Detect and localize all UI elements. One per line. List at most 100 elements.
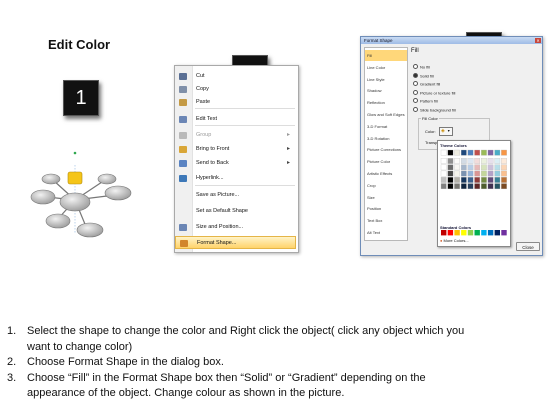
theme-color-swatch[interactable] (454, 170, 460, 177)
theme-color-swatch[interactable] (467, 158, 474, 164)
theme-color-swatch[interactable] (481, 183, 487, 190)
theme-color-swatch[interactable] (481, 158, 487, 164)
standard-color-swatch[interactable] (474, 230, 480, 236)
category-item[interactable]: Glow and Soft Edges (367, 109, 406, 120)
theme-color-swatch[interactable] (494, 177, 501, 183)
fill-option-radio[interactable]: Picture or texture fill (413, 89, 455, 95)
theme-color-swatch[interactable] (440, 170, 447, 177)
standard-color-swatch[interactable] (487, 230, 494, 236)
hub-spoke-diagram[interactable] (25, 145, 150, 255)
category-item[interactable]: 3-D Rotation (367, 133, 406, 144)
category-item[interactable]: Position (367, 203, 406, 214)
theme-color-swatch[interactable] (474, 164, 481, 171)
theme-color-swatch[interactable] (494, 170, 501, 177)
category-item[interactable]: Crop (367, 180, 406, 191)
theme-color-swatch[interactable] (454, 183, 460, 190)
theme-color-swatch[interactable] (501, 158, 507, 164)
close-icon[interactable]: ✕ (535, 38, 541, 43)
theme-color-swatch[interactable] (487, 183, 494, 190)
theme-color-swatch[interactable] (460, 149, 467, 156)
theme-color-swatch[interactable] (454, 149, 460, 156)
standard-color-swatch[interactable] (461, 230, 467, 236)
theme-color-swatch[interactable] (501, 149, 507, 156)
theme-color-swatch[interactable] (454, 164, 460, 171)
color-picker-button[interactable]: ◈ ▼ (439, 127, 453, 136)
category-item[interactable]: Fill (365, 50, 407, 62)
menu-item-5[interactable]: Bring to Front ▸ (175, 143, 296, 156)
theme-color-swatch[interactable] (467, 183, 474, 190)
theme-color-swatch[interactable] (487, 149, 494, 156)
theme-color-swatch[interactable] (474, 177, 481, 183)
category-item[interactable]: Line Color (367, 62, 406, 73)
standard-color-swatch[interactable] (441, 230, 447, 236)
theme-color-swatch[interactable] (440, 183, 447, 190)
theme-color-swatch[interactable] (447, 177, 454, 183)
theme-color-swatch[interactable] (474, 149, 481, 156)
theme-color-swatch[interactable] (501, 177, 507, 183)
menu-item-0[interactable]: Cut (175, 70, 296, 83)
theme-color-swatch[interactable] (474, 158, 481, 164)
theme-color-swatch[interactable] (487, 177, 494, 183)
theme-color-swatch[interactable] (501, 170, 507, 177)
theme-color-swatch[interactable] (447, 183, 454, 190)
dialog-title-bar[interactable]: Format Shape ✕ (361, 37, 542, 44)
theme-color-swatch[interactable] (440, 177, 447, 183)
category-item[interactable]: Reflection (367, 97, 406, 108)
theme-color-swatch[interactable] (474, 183, 481, 190)
theme-color-swatch[interactable] (454, 177, 460, 183)
theme-color-swatch[interactable] (447, 149, 454, 156)
theme-color-swatch[interactable] (501, 164, 507, 171)
standard-color-swatch[interactable] (467, 230, 474, 236)
menu-item-6[interactable]: Send to Back ▸ (175, 157, 296, 170)
standard-color-swatch[interactable] (447, 230, 454, 236)
theme-color-swatch[interactable] (474, 170, 481, 177)
theme-color-swatch[interactable] (501, 183, 507, 190)
color-swatches[interactable] (438, 141, 510, 246)
menu-item-11[interactable]: Format Shape... (175, 236, 296, 249)
theme-color-swatch[interactable] (467, 164, 474, 171)
fill-option-radio[interactable]: Pattern fill (413, 98, 438, 104)
fill-option-radio[interactable]: Solid fill (413, 72, 434, 78)
category-item[interactable]: Text Box (367, 215, 406, 226)
category-item[interactable]: Artistic Effects (367, 168, 406, 179)
theme-color-swatch[interactable] (440, 149, 447, 156)
theme-color-swatch[interactable] (494, 164, 501, 171)
theme-color-swatch[interactable] (467, 170, 474, 177)
theme-color-swatch[interactable] (460, 170, 467, 177)
theme-color-swatch[interactable] (481, 177, 487, 183)
theme-color-swatch[interactable] (481, 170, 487, 177)
standard-color-swatch[interactable] (501, 230, 507, 236)
theme-color-swatch[interactable] (460, 183, 467, 190)
theme-color-swatch[interactable] (467, 177, 474, 183)
fill-option-radio[interactable]: Gradient fill (413, 81, 440, 87)
theme-color-swatch[interactable] (481, 164, 487, 171)
theme-color-swatch[interactable] (460, 158, 467, 164)
menu-item-7[interactable]: Hyperlink... (175, 172, 296, 185)
theme-color-swatch[interactable] (454, 158, 460, 164)
category-item[interactable]: Shadow (367, 85, 406, 96)
category-item[interactable]: Alt Text (367, 227, 406, 238)
theme-color-swatch[interactable] (494, 183, 501, 190)
category-item[interactable]: Picture Corrections (367, 144, 406, 155)
menu-item-8[interactable]: Save as Picture... (175, 189, 296, 202)
theme-color-swatch[interactable] (447, 158, 454, 164)
theme-color-swatch[interactable] (487, 164, 494, 171)
theme-color-swatch[interactable] (440, 158, 447, 164)
theme-color-swatch[interactable] (467, 149, 474, 156)
theme-color-swatch[interactable] (440, 164, 447, 171)
theme-color-swatch[interactable] (487, 158, 494, 164)
theme-color-swatch[interactable] (494, 158, 501, 164)
category-item[interactable]: Size (367, 192, 406, 203)
close-button[interactable]: Close (516, 242, 540, 251)
more-colors-item[interactable]: ● More Colors... (440, 238, 469, 243)
theme-color-swatch[interactable] (487, 170, 494, 177)
theme-color-swatch[interactable] (460, 164, 467, 171)
theme-color-swatch[interactable] (494, 149, 501, 156)
menu-item-1[interactable]: Copy (175, 83, 296, 96)
theme-color-swatch[interactable] (447, 170, 454, 177)
menu-item-10[interactable]: Size and Position... (175, 221, 296, 234)
menu-item-9[interactable]: Set as Default Shape (175, 205, 296, 218)
fill-option-radio[interactable]: No fill (413, 64, 430, 70)
category-item[interactable]: Picture Color (367, 156, 406, 167)
theme-color-swatch[interactable] (481, 149, 487, 156)
